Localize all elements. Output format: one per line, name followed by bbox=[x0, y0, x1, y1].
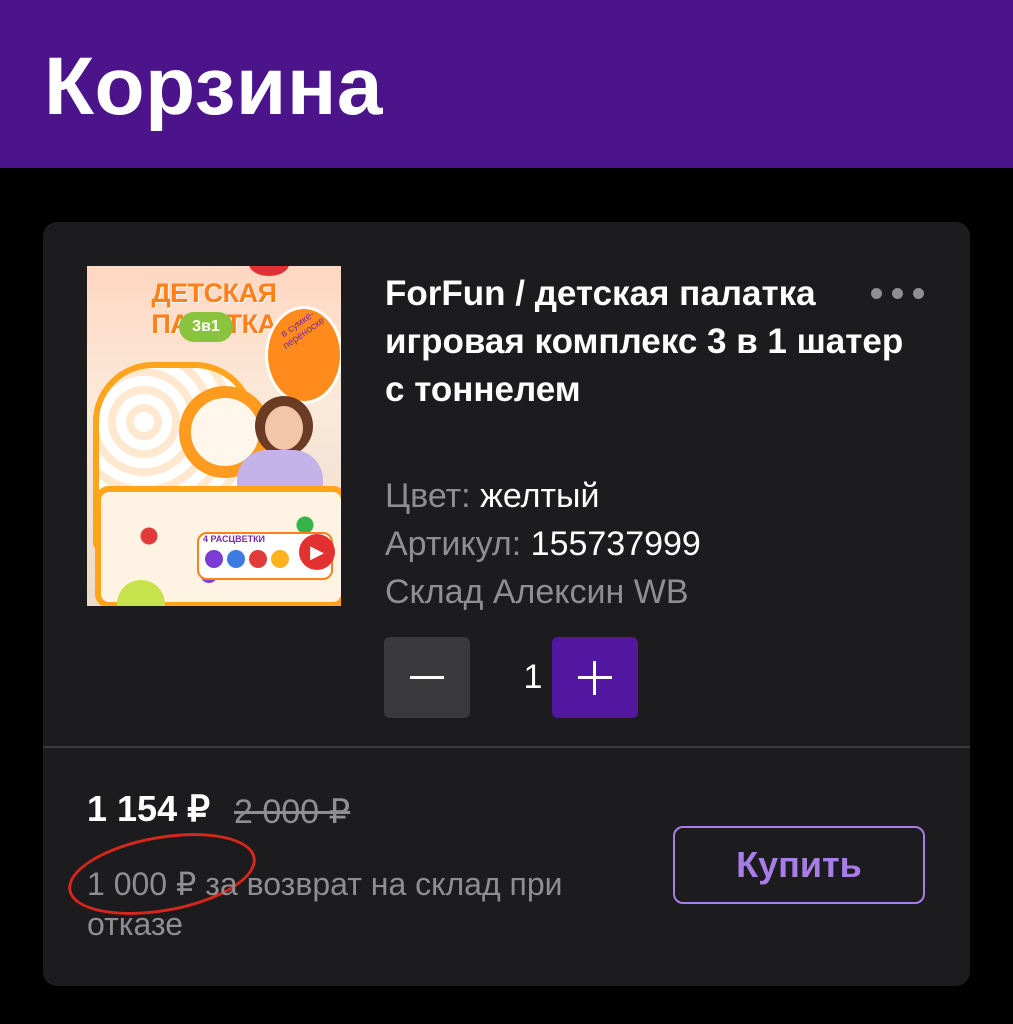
play-icon: ▶ bbox=[299, 534, 335, 570]
color-dot-purple bbox=[205, 550, 223, 568]
color-label: Цвет: bbox=[385, 477, 471, 515]
color-dot-yellow bbox=[271, 550, 289, 568]
article-attribute: Артикул: 155737999 bbox=[385, 524, 701, 564]
page-title: Корзина bbox=[44, 41, 383, 132]
image-ball-decoration bbox=[249, 266, 289, 276]
product-image[interactable]: ДЕТСКАЯ ПАЛАТКА 3в1 в сумке-переноске 4 … bbox=[87, 266, 341, 606]
product-title[interactable]: ForFun / детская палатка игровая комплек… bbox=[385, 270, 905, 414]
warehouse-info: Склад Алексин WB bbox=[385, 573, 689, 611]
divider bbox=[43, 746, 970, 748]
current-price: 1 154 ₽ bbox=[87, 788, 210, 829]
more-horizontal-icon[interactable] bbox=[871, 286, 931, 302]
image-badge: 3в1 bbox=[179, 312, 233, 342]
article-value: 155737999 bbox=[530, 525, 701, 563]
top-header: Корзина bbox=[0, 0, 1013, 168]
color-attribute: Цвет: желтый bbox=[385, 476, 599, 516]
image-colors-label: 4 РАСЦВЕТКИ bbox=[203, 534, 266, 544]
image-girl-face bbox=[265, 406, 303, 450]
article-label: Артикул: bbox=[385, 525, 522, 563]
color-value: желтый bbox=[480, 477, 600, 515]
quantity-increase-button[interactable] bbox=[552, 637, 638, 718]
color-dot-red bbox=[249, 550, 267, 568]
return-fee-note: 1 000 ₽ за возврат на склад при отказе bbox=[87, 866, 563, 942]
cart-item-card: ДЕТСКАЯ ПАЛАТКА 3в1 в сумке-переноске 4 … bbox=[43, 222, 970, 986]
old-price: 2 000 ₽ bbox=[234, 793, 351, 831]
color-dot-blue bbox=[227, 550, 245, 568]
buy-button[interactable]: Купить bbox=[673, 826, 925, 904]
quantity-decrease-button[interactable] bbox=[384, 637, 470, 718]
